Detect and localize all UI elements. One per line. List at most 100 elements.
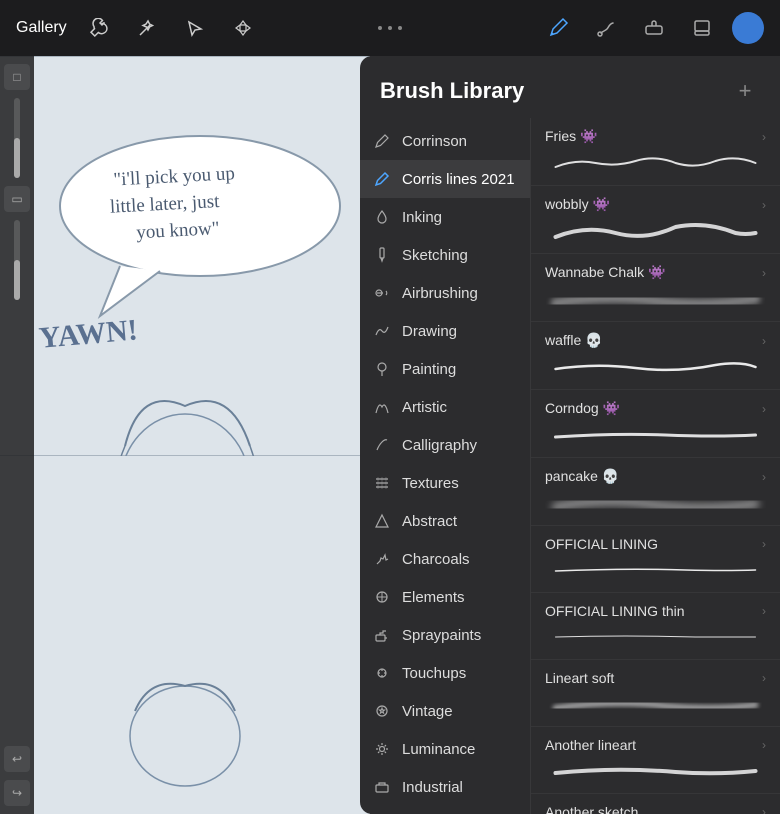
category-item-abstract[interactable]: Abstract (360, 502, 530, 540)
wrench-icon[interactable] (83, 12, 115, 44)
brush-item-another_lineart[interactable]: Another lineart› (531, 727, 780, 794)
category-label-charcoals: Charcoals (402, 551, 470, 568)
category-label-elements: Elements (402, 589, 465, 606)
brush-arrow-pancake: › (762, 470, 766, 484)
brush-stroke-wannabe_chalk (545, 285, 766, 313)
category-item-airbrushing[interactable]: Airbrushing (360, 274, 530, 312)
brush-item-another_sketch[interactable]: Another sketch› (531, 794, 780, 814)
brush-item-fries[interactable]: Fries 👾› (531, 118, 780, 186)
brush-item-corndog[interactable]: Corndog 👾› (531, 390, 780, 458)
transform-icon[interactable] (227, 12, 259, 44)
category-label-textures: Textures (402, 475, 459, 492)
category-icon-industrial (372, 777, 392, 797)
brush-stroke-official_lining (545, 556, 766, 584)
category-item-vintage[interactable]: Vintage (360, 692, 530, 730)
brush-item-waffle[interactable]: waffle 💀 › (531, 322, 780, 390)
brush-arrow-corndog: › (762, 402, 766, 416)
left-panel-rect[interactable]: ▭ (4, 186, 30, 212)
layers-tool-button[interactable] (684, 10, 720, 46)
brush-arrow-official_lining_thin: › (762, 604, 766, 618)
category-icon-touchups (372, 663, 392, 683)
redo-button[interactable]: ↪ (4, 780, 30, 806)
brush-list: Fries 👾› wobbly 👾› Wannabe Chalk 👾› waffle … (530, 118, 780, 814)
eraser-tool-button[interactable] (636, 10, 672, 46)
category-label-painting: Painting (402, 361, 456, 378)
brush-name-waffle: waffle 💀 (545, 332, 603, 349)
category-item-luminance[interactable]: Luminance (360, 730, 530, 768)
left-panel-square[interactable]: □ (4, 64, 30, 90)
brush-item-header-another_sketch: Another sketch› (545, 804, 766, 814)
brush-library-panel: Brush Library + Corrinson Corris lines 20… (360, 56, 780, 814)
undo-button[interactable]: ↩ (4, 746, 30, 772)
brush-item-official_lining_thin[interactable]: OFFICIAL LINING thin› (531, 593, 780, 660)
category-label-corrinson: Corrinson (402, 133, 467, 150)
category-item-inking[interactable]: Inking (360, 198, 530, 236)
brush-item-wannabe_chalk[interactable]: Wannabe Chalk 👾› (531, 254, 780, 322)
brush-stroke-pancake (545, 489, 766, 517)
brush-stroke-lineart_soft (545, 690, 766, 718)
category-icon-vintage (372, 701, 392, 721)
brush-name-another_lineart: Another lineart (545, 737, 636, 753)
category-icon-corrinson (372, 131, 392, 151)
category-icon-artistic (372, 397, 392, 417)
brush-library-title: Brush Library (380, 78, 524, 104)
brush-arrow-waffle: › (762, 334, 766, 348)
category-icon-elements (372, 587, 392, 607)
brush-arrow-lineart_soft: › (762, 671, 766, 685)
toolbar-left: Gallery (16, 12, 259, 44)
category-item-charcoals[interactable]: Charcoals (360, 540, 530, 578)
category-item-organic[interactable]: Organic (360, 806, 530, 814)
pencil-tool-button[interactable] (540, 10, 576, 46)
brush-item-header-fries: Fries 👾› (545, 128, 766, 145)
category-item-sketching[interactable]: Sketching (360, 236, 530, 274)
category-item-textures[interactable]: Textures (360, 464, 530, 502)
category-item-elements[interactable]: Elements (360, 578, 530, 616)
brush-name-lineart_soft: Lineart soft (545, 670, 614, 686)
brush-item-header-pancake: pancake 💀 › (545, 468, 766, 485)
category-label-corris_lines_2021: Corris lines 2021 (402, 171, 515, 188)
category-item-painting[interactable]: Painting (360, 350, 530, 388)
category-icon-textures (372, 473, 392, 493)
category-icon-spraypaints (372, 625, 392, 645)
category-icon-inking (372, 207, 392, 227)
left-panel: □ ▭ ↩ ↪ (0, 56, 34, 814)
category-item-corrinson[interactable]: Corrinson (360, 122, 530, 160)
gallery-button[interactable]: Gallery (16, 19, 67, 37)
brush-arrow-official_lining: › (762, 537, 766, 551)
size-slider[interactable] (14, 220, 20, 300)
sketch-canvas[interactable]: "i'll pick you up little later, just you… (0, 56, 370, 814)
brush-item-official_lining[interactable]: OFFICIAL LINING› (531, 526, 780, 593)
selection-icon[interactable] (179, 12, 211, 44)
magic-wand-icon[interactable] (131, 12, 163, 44)
add-brush-button[interactable]: + (730, 76, 760, 106)
brush-stroke-waffle (545, 353, 766, 381)
category-item-calligraphy[interactable]: Calligraphy (360, 426, 530, 464)
brush-item-lineart_soft[interactable]: Lineart soft › (531, 660, 780, 727)
brush-item-wobbly[interactable]: wobbly 👾› (531, 186, 780, 254)
category-label-sketching: Sketching (402, 247, 468, 264)
category-label-artistic: Artistic (402, 399, 447, 416)
brush-name-another_sketch: Another sketch (545, 804, 638, 814)
avatar[interactable] (732, 12, 764, 44)
smudge-tool-button[interactable] (588, 10, 624, 46)
category-item-industrial[interactable]: Industrial (360, 768, 530, 806)
category-icon-drawing (372, 321, 392, 341)
category-icon-calligraphy (372, 435, 392, 455)
brush-item-header-corndog: Corndog 👾› (545, 400, 766, 417)
category-icon-sketching (372, 245, 392, 265)
category-item-drawing[interactable]: Drawing (360, 312, 530, 350)
category-label-touchups: Touchups (402, 665, 466, 682)
category-item-corris_lines_2021[interactable]: Corris lines 2021 (360, 160, 530, 198)
brush-name-pancake: pancake 💀 (545, 468, 619, 485)
brush-stroke-official_lining_thin (545, 623, 766, 651)
category-item-artistic[interactable]: Artistic (360, 388, 530, 426)
category-label-abstract: Abstract (402, 513, 457, 530)
brush-stroke-fries (545, 149, 766, 177)
brush-item-header-another_lineart: Another lineart› (545, 737, 766, 753)
category-item-spraypaints[interactable]: Spraypaints (360, 616, 530, 654)
category-item-touchups[interactable]: Touchups (360, 654, 530, 692)
brush-item-header-wobbly: wobbly 👾› (545, 196, 766, 213)
brush-item-header-wannabe_chalk: Wannabe Chalk 👾› (545, 264, 766, 281)
opacity-slider[interactable] (14, 98, 20, 178)
brush-item-pancake[interactable]: pancake 💀 › (531, 458, 780, 526)
